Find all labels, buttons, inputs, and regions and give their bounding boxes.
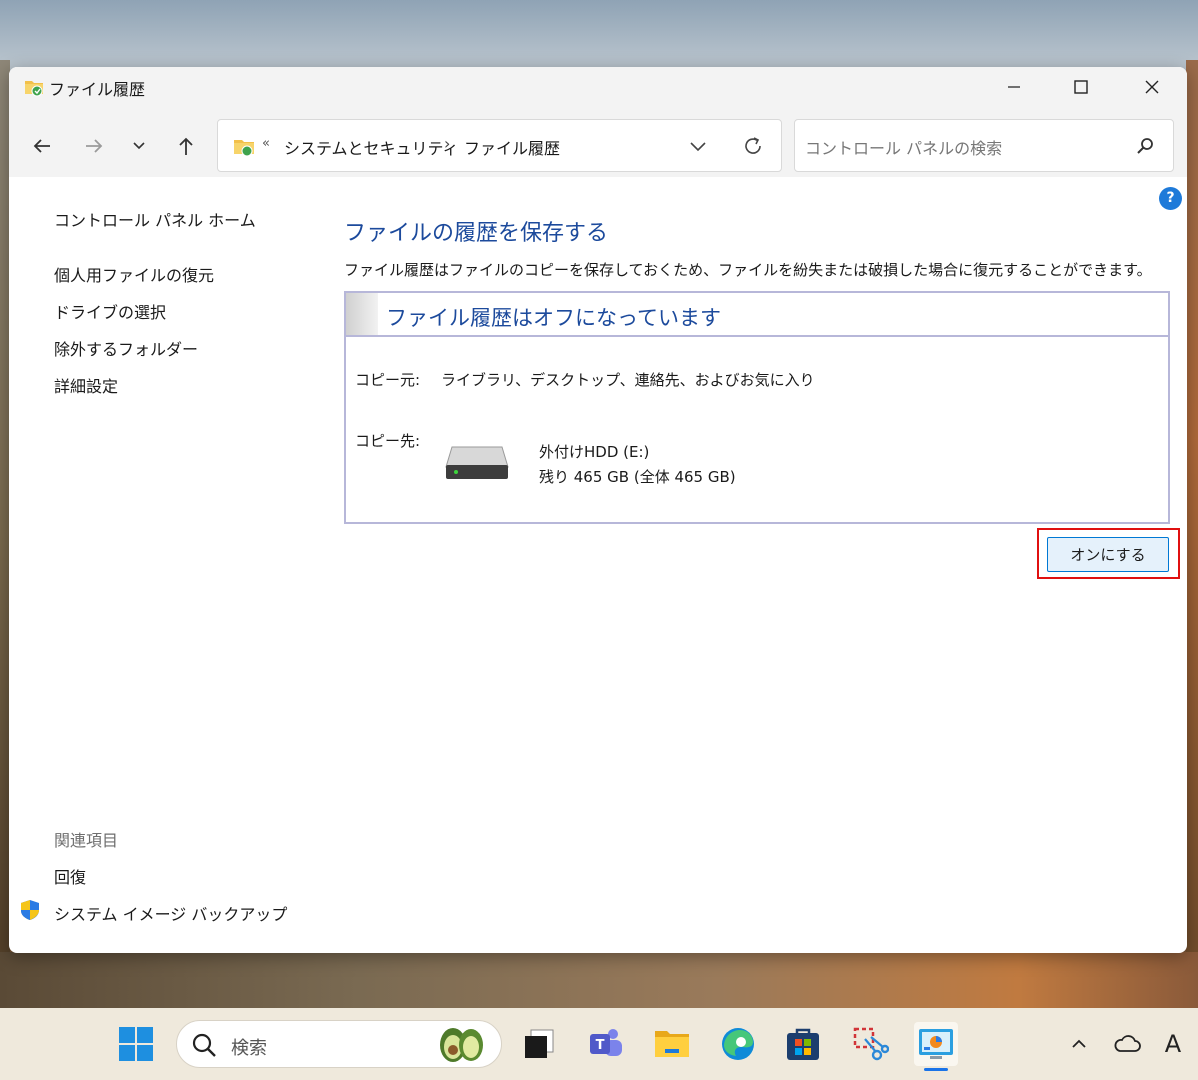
arrow-right-icon [86, 139, 103, 153]
destination-label: コピー先: [355, 432, 421, 450]
page-heading: ファイルの履歴を保存する [344, 221, 609, 246]
close-icon [1145, 80, 1159, 94]
sidebar-item-restore-files[interactable]: 個人用ファイルの復元 [54, 262, 214, 286]
uac-shield-icon [21, 900, 39, 920]
folder-history-icon [234, 140, 254, 157]
search-icon [192, 1033, 216, 1057]
svg-text:T: T [596, 1038, 605, 1053]
sidebar-item-exclude-folders[interactable]: 除外するフォルダー [54, 336, 198, 360]
minimize-icon [1008, 86, 1020, 88]
page-description: ファイル履歴はファイルのコピーを保存しておくため、ファイルを紛失または破損した場… [344, 261, 1152, 279]
forward-button[interactable] [79, 131, 109, 161]
desktop-wallpaper-bottom [0, 952, 1198, 1008]
store-icon [787, 1028, 819, 1060]
desktop-wallpaper-right [1186, 60, 1198, 1010]
ime-indicator[interactable]: A [1153, 1022, 1193, 1066]
related-item-system-image-backup[interactable]: システム イメージ バックアップ [54, 901, 287, 925]
control-panel-icon [919, 1029, 953, 1059]
sidebar-item-select-drive[interactable]: ドライブの選択 [54, 299, 166, 323]
status-panel: ファイル履歴はオフになっています コピー元: ライブラリ、デスクトップ、連絡先、… [344, 291, 1170, 524]
arrow-up-icon [179, 137, 193, 155]
chevron-down-icon[interactable] [687, 135, 709, 157]
edge-button[interactable] [716, 1022, 760, 1066]
show-hidden-icons-button[interactable] [1057, 1022, 1101, 1066]
back-button[interactable] [27, 131, 57, 161]
chevron-up-icon [1072, 1039, 1086, 1048]
search-icon[interactable] [1135, 135, 1157, 157]
drive-name: 外付けHDD (E:) [539, 443, 650, 461]
cloud-icon [1114, 1035, 1141, 1052]
refresh-icon[interactable] [741, 134, 765, 158]
minimize-button[interactable] [991, 67, 1037, 107]
edge-icon [722, 1028, 754, 1060]
chevron-down-icon [133, 142, 145, 150]
navigation-bar: « システムとセキュリティ › ファイル履歴 コントロール パネルの検索 [9, 107, 1187, 177]
breadcrumb-system-security[interactable]: システムとセキュリティ [284, 135, 459, 159]
help-button[interactable]: ? [1159, 187, 1182, 210]
task-view-icon [525, 1029, 554, 1058]
breadcrumb-separator[interactable]: › [444, 134, 450, 153]
teams-button[interactable]: T [584, 1022, 628, 1066]
teams-icon: T [590, 1029, 622, 1056]
up-button[interactable] [171, 131, 201, 161]
snipping-tool-icon [853, 1027, 889, 1061]
related-item-recovery[interactable]: 回復 [54, 864, 86, 888]
search-input[interactable]: コントロール パネルの検索 [805, 135, 1002, 159]
address-bar[interactable]: « システムとセキュリティ › ファイル履歴 [217, 119, 782, 172]
file-history-window: ファイル履歴 « システムとセキュリティ › ファイル履歴 コントロール パネル… [9, 67, 1187, 953]
external-drive-icon [445, 446, 509, 479]
related-heading: 関連項目 [54, 831, 119, 850]
window-title: ファイル履歴 [49, 80, 146, 99]
folder-icon [655, 1031, 689, 1057]
onedrive-button[interactable] [1105, 1022, 1149, 1066]
file-explorer-button[interactable] [650, 1022, 694, 1066]
taskbar: 検索 T A [0, 1008, 1198, 1080]
taskbar-search-label: 検索 [231, 1038, 267, 1059]
task-view-button[interactable] [517, 1022, 561, 1066]
start-button[interactable] [114, 1022, 158, 1066]
drive-space: 残り 465 GB (全体 465 GB) [539, 468, 736, 486]
windows-logo-icon [119, 1027, 153, 1061]
status-panel-accent [346, 293, 378, 335]
recent-locations-button[interactable] [124, 131, 154, 161]
breadcrumb-overflow[interactable]: « [262, 136, 270, 151]
avocado-icon [440, 1028, 483, 1062]
close-button[interactable] [1129, 67, 1175, 107]
control-panel-button[interactable] [914, 1022, 958, 1066]
sidebar-item-advanced-settings[interactable]: 詳細設定 [54, 373, 118, 397]
store-button[interactable] [781, 1022, 825, 1066]
title-bar[interactable]: ファイル履歴 [9, 67, 1187, 107]
status-panel-header: ファイル履歴はオフになっています [346, 293, 1168, 337]
arrow-left-icon [33, 139, 50, 153]
source-label: コピー元: [355, 371, 421, 389]
taskbar-search[interactable]: 検索 [176, 1020, 502, 1068]
folder-history-icon [25, 81, 43, 97]
sidebar-control-panel-home[interactable]: コントロール パネル ホーム [54, 207, 256, 231]
status-title: ファイル履歴はオフになっています [386, 306, 721, 330]
maximize-button[interactable] [1058, 67, 1104, 107]
turn-on-button[interactable]: オンにする [1047, 537, 1169, 572]
active-app-indicator [924, 1068, 948, 1071]
snipping-tool-button[interactable] [848, 1022, 892, 1066]
maximize-icon [1074, 80, 1088, 94]
source-value: ライブラリ、デスクトップ、連絡先、およびお気に入り [441, 371, 815, 389]
breadcrumb-file-history[interactable]: ファイル履歴 [464, 135, 560, 159]
search-box[interactable]: コントロール パネルの検索 [794, 119, 1174, 172]
